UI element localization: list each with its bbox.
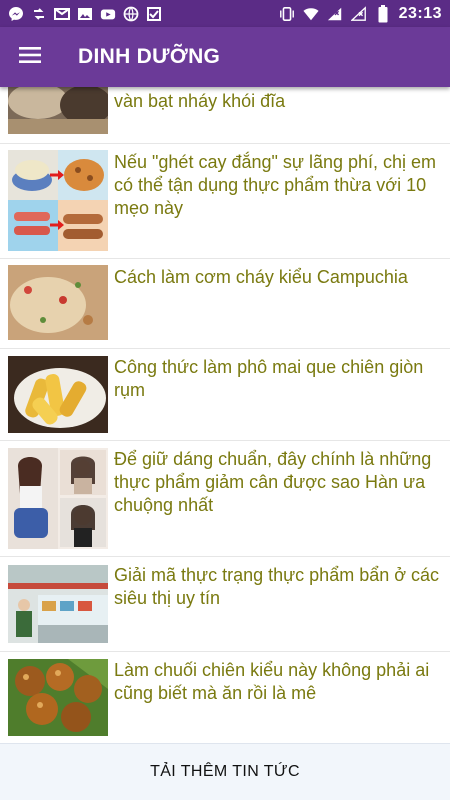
menu-button[interactable]: [0, 27, 60, 87]
list-item[interactable]: Công thức làm phô mai que chiên giòn rụm: [0, 349, 450, 441]
vibrate-icon: [279, 6, 295, 22]
article-thumbnail: [8, 659, 108, 736]
load-more-button[interactable]: TẢI THÊM TIN TỨC: [0, 743, 450, 800]
battery-icon: [375, 4, 391, 22]
status-bar: 23:13: [0, 0, 450, 27]
list-item[interactable]: Nếu "ghét cay đắng" sự lãng phí, chị em …: [0, 144, 450, 259]
article-title: Giải mã thực trạng thực phẩm bẩn ở các s…: [114, 565, 440, 608]
article-thumbnail: [8, 87, 108, 134]
signal-icon: [327, 6, 343, 22]
list-item[interactable]: Để giữ dáng chuẩn, đây chính là những th…: [0, 441, 450, 557]
article-thumbnail: [8, 356, 108, 433]
article-title: Cách làm cơm cháy kiểu Campuchia: [114, 267, 408, 287]
article-title: Nếu "ghét cay đắng" sự lãng phí, chị em …: [114, 152, 437, 218]
messenger-icon: [8, 6, 24, 22]
list-item[interactable]: Giải mã thực trạng thực phẩm bẩn ở các s…: [0, 557, 450, 652]
youtube-icon: [100, 6, 116, 22]
article-title: Làm chuối chiên kiểu này không phải ai c…: [114, 660, 430, 703]
article-title: Công thức làm phô mai que chiên giòn rụm: [114, 357, 424, 400]
globe-icon: [123, 6, 139, 22]
article-list[interactable]: vàn bạt nháy khói đĩa Nếu "ghét cay đắng…: [0, 87, 450, 743]
article-thumbnail: [8, 448, 108, 549]
page-title: DINH DƯỠNG: [78, 45, 221, 68]
tasks-icon: [146, 6, 162, 22]
no-signal-icon: [350, 5, 367, 22]
article-thumbnail: [8, 565, 108, 643]
load-more-label: TẢI THÊM TIN TỨC: [150, 763, 300, 780]
article-title: Để giữ dáng chuẩn, đây chính là những th…: [114, 449, 432, 515]
status-time: 23:13: [398, 4, 442, 22]
sync-icon: [31, 6, 47, 22]
list-item[interactable]: Làm chuối chiên kiểu này không phải ai c…: [0, 652, 450, 743]
gmail-icon: [54, 6, 70, 22]
list-item[interactable]: vàn bạt nháy khói đĩa: [0, 87, 450, 144]
wifi-icon: [303, 6, 319, 22]
app-bar: DINH DƯỠNG: [0, 27, 450, 87]
article-thumbnail: [8, 265, 108, 340]
article-title: vàn bạt nháy khói đĩa: [114, 91, 286, 111]
list-item[interactable]: Cách làm cơm cháy kiểu Campuchia: [0, 259, 450, 349]
article-thumbnail: [8, 150, 108, 251]
photo-icon: [77, 6, 93, 22]
hamburger-menu-icon: [19, 46, 41, 68]
